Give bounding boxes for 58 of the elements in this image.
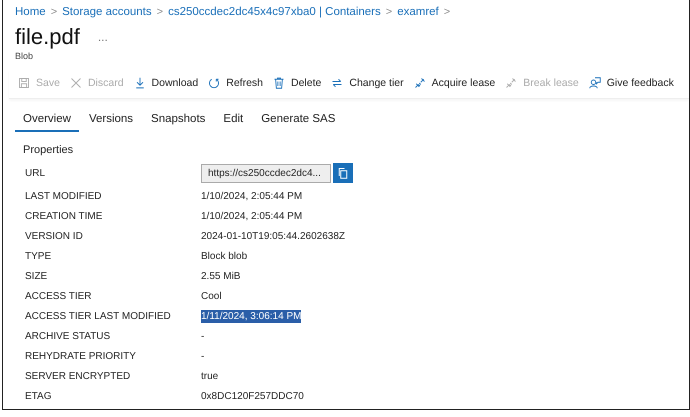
link-icon [414, 77, 426, 89]
property-value: true [201, 370, 218, 382]
tab[interactable]: Overview [15, 109, 79, 132]
toolbar-button[interactable]: Refresh [205, 75, 266, 91]
property-value: 2024-01-10T19:05:44.2602638Z [201, 230, 346, 242]
breadcrumb-separator: > [444, 6, 450, 18]
property-value: 0x8DC120F257DDC70 [201, 390, 304, 402]
breadcrumb-separator: > [50, 6, 58, 18]
property-label: SIZE [25, 270, 48, 282]
property-value: 2.55 MiB [201, 270, 240, 282]
property-label: URL [25, 168, 46, 178]
property-label: ACCESS TIER [25, 290, 92, 302]
property-value: 1/11/2024, 3:06:14 PM [201, 310, 302, 322]
property-label: LAST MODIFIED [25, 190, 102, 202]
breadcrumb-link[interactable]: Home [15, 6, 46, 18]
property-value: Block blob [201, 250, 248, 262]
section-title: Properties [23, 144, 74, 156]
property-value: - [201, 350, 204, 362]
feedback-icon [588, 77, 601, 89]
breadcrumb-link[interactable]: Storage accounts [62, 6, 152, 18]
link-icon [505, 77, 518, 89]
breadcrumb-separator: > [386, 6, 392, 18]
close-icon [70, 77, 82, 89]
property-value: - [201, 330, 204, 342]
property-value: 1/10/2024, 2:05:44 PM [201, 210, 302, 222]
tab[interactable]: Generate SAS [253, 109, 344, 132]
toolbar-button[interactable]: Delete [270, 75, 324, 91]
toolbar-button[interactable]: Acquire lease [410, 75, 498, 91]
copy-button[interactable] [333, 163, 353, 183]
download-icon [134, 77, 146, 89]
more-button[interactable]: ... [94, 30, 112, 44]
property-value: Cool [201, 290, 222, 302]
property-label: ACCESS TIER LAST MODIFIED [25, 310, 172, 322]
property-label: TYPE [25, 250, 52, 262]
trash-icon [273, 77, 285, 89]
property-label: CREATION TIME [25, 210, 104, 222]
property-label: REHYDRATE PRIORITY [25, 350, 137, 362]
swap-arrows-icon [331, 77, 344, 89]
copy-icon [337, 167, 349, 179]
url-field[interactable]: https://cs250ccdec2dc4... [201, 164, 331, 182]
tab[interactable]: Edit [215, 109, 252, 132]
breadcrumb-separator: > [156, 6, 164, 18]
toolbar-button[interactable]: Change tier [328, 75, 407, 91]
property-label: ETAG [25, 390, 52, 402]
property-label: SERVER ENCRYPTED [25, 370, 132, 382]
tab[interactable]: Versions [80, 109, 142, 132]
toolbar-button[interactable]: Download [130, 75, 202, 91]
save-icon [18, 77, 30, 89]
property-label: ARCHIVE STATUS [25, 330, 112, 342]
breadcrumb-link[interactable]: cs250ccdec2dc45x4c97xba0 | Containers [168, 6, 381, 18]
page-title: file.pdf [15, 24, 80, 50]
toolbar-button[interactable]: Give feedback [586, 75, 677, 91]
breadcrumb-link[interactable]: examref [397, 6, 439, 18]
refresh-icon [208, 77, 220, 89]
page-subtitle: Blob [15, 51, 34, 61]
property-label: VERSION ID [25, 230, 84, 242]
tab[interactable]: Snapshots [143, 109, 214, 132]
property-value: 1/10/2024, 2:05:44 PM [201, 190, 302, 202]
